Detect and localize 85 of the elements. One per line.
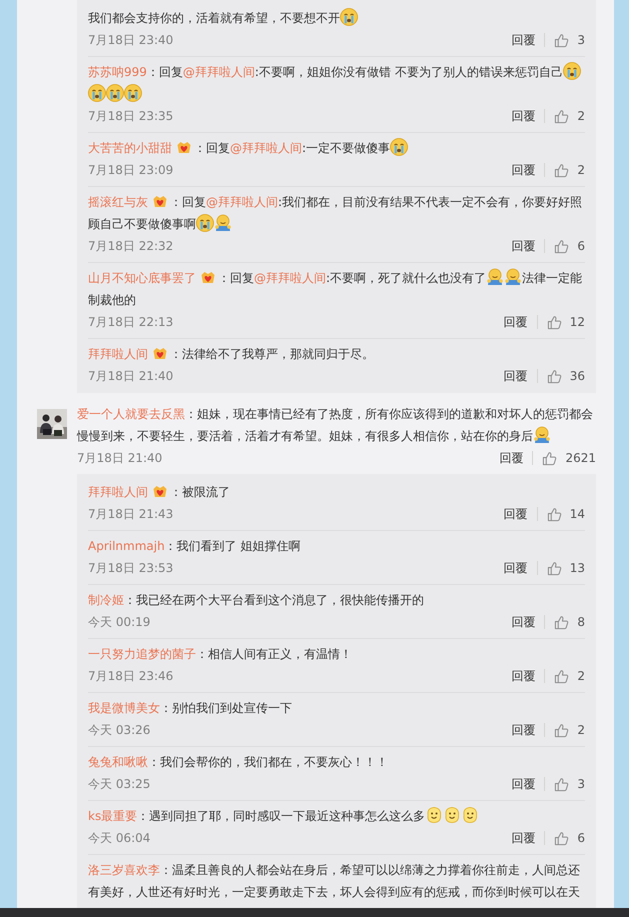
- reply-button[interactable]: 回覆: [511, 614, 536, 630]
- timestamp: 7月18日 22:13: [88, 314, 174, 330]
- like-button[interactable]: 2: [554, 722, 585, 738]
- crying-face-icon: [124, 84, 142, 102]
- like-button[interactable]: 6: [554, 238, 585, 254]
- comment-text: 兔兔和啾啾：我们会帮你的，我们都在，不要灰心！！！: [88, 754, 389, 771]
- crying-face-icon: [340, 8, 358, 26]
- reply-button[interactable]: 回覆: [511, 722, 536, 738]
- thumbs-up-icon: [554, 776, 570, 792]
- comment-text: 大苦苦的小甜甜 ：回复@拜拜啦人间:一定不要做傻事: [88, 137, 585, 159]
- timestamp: 7月18日 21:43: [88, 506, 174, 522]
- timestamp: 7月18日 23:46: [88, 668, 174, 684]
- like-button[interactable]: 13: [546, 560, 585, 576]
- timestamp: 7月18日 23:53: [88, 560, 174, 576]
- reply-button[interactable]: 回覆: [504, 314, 528, 330]
- thumbs-up-icon: [546, 314, 562, 330]
- reply-button[interactable]: 回覆: [511, 238, 536, 254]
- thumbs-up-icon: [546, 368, 562, 384]
- like-button[interactable]: 14: [546, 506, 585, 522]
- comment-text: 爱一个人就要去反黑：姐妹，现在事情已经有了热度，所有你应该得到的道歉和对坏人的惩罚都会慢慢到来，不要轻生，要活着，活着才有希望。姐妹，有很多人相信你，站在你的身后: [77, 406, 594, 446]
- comment-text: 洛三岁喜欢李：温柔且善良的人都会站在身后，希望可以以绵薄之力撑着你往前走，人间总还有美好，人世还有好时光，一定要勇敢走下去，坏人会得到应有的惩戒，而你到时候可以在天: [88, 862, 581, 901]
- like-button[interactable]: 8: [554, 614, 585, 630]
- hugging-emoji-icon: [504, 268, 522, 286]
- thumbs-up-icon: [554, 668, 570, 684]
- thumbs-up-icon: [554, 108, 570, 124]
- thumbs-up-icon: [554, 614, 570, 630]
- reply-button[interactable]: 回覆: [511, 668, 536, 684]
- like-button[interactable]: 3: [554, 32, 585, 48]
- hugging-emoji-icon: [533, 426, 551, 444]
- like-button[interactable]: 2: [554, 668, 585, 684]
- hugging-emoji-icon: [214, 214, 232, 232]
- smiling-face-icon: [461, 806, 480, 824]
- timestamp: 7月18日 22:32: [88, 238, 174, 254]
- reply-button[interactable]: 回覆: [511, 108, 536, 124]
- crying-face-icon: [88, 84, 106, 102]
- thumbs-up-icon: [546, 506, 562, 522]
- comment-text: Aprilnmmajh：我们看到了 姐姐撑住啊: [88, 538, 302, 555]
- timestamp: 今天 03:26: [88, 722, 150, 738]
- timestamp: 7月18日 23:35: [88, 108, 174, 124]
- comment-text: 我是微博美女：别怕我们到处宣传一下: [88, 700, 293, 717]
- comment-text: 摇滚红与灰 ：回复@拜拜啦人间:我们都在，目前没有结果不代表一定不会有，你要好好照顾自己不要做傻事啊: [88, 192, 584, 234]
- thumbs-up-icon: [546, 560, 562, 576]
- comment-text: 苏苏呐999：回复@拜拜啦人间:不要啊，姐姐你没有做错 不要为了别人的错误来惩罚自己: [88, 61, 585, 105]
- timestamp: 7月18日 21:40: [88, 368, 174, 384]
- like-button[interactable]: 2621: [542, 450, 596, 466]
- timestamp: 7月18日 21:40: [77, 450, 162, 466]
- comment-text: 拜拜啦人间 ：被限流了: [88, 482, 231, 501]
- comment-text: 拜拜啦人间 ：法律给不了我尊严，那就同归于尽。: [88, 344, 375, 363]
- reply-button[interactable]: 回覆: [511, 162, 536, 178]
- crying-face-icon: [196, 214, 214, 232]
- thumbs-up-icon: [542, 450, 558, 466]
- thumbs-up-icon: [554, 722, 570, 738]
- like-button[interactable]: 2: [554, 108, 585, 124]
- reply-button[interactable]: 回覆: [511, 830, 536, 846]
- thumbs-up-icon: [554, 238, 570, 254]
- comment-text: ks最重要：遇到同担了耶，同时感叹一下最近这种事怎么这么多: [88, 805, 585, 827]
- comment-text: 制冷姬：我已经在两个大平台看到这个消息了，很快能传播开的: [88, 592, 425, 609]
- crying-face-icon: [390, 138, 408, 156]
- timestamp: 今天 00:19: [88, 614, 150, 630]
- reply-button[interactable]: 回覆: [504, 506, 528, 522]
- thumbs-up-icon: [554, 32, 570, 48]
- timestamp: 7月18日 23:40: [88, 32, 174, 48]
- smiling-face-icon: [443, 806, 462, 824]
- reply-button[interactable]: 回覆: [511, 776, 536, 792]
- like-button[interactable]: 6: [554, 830, 585, 846]
- thumbs-up-icon: [554, 162, 570, 178]
- timestamp: 7月18日 23:09: [88, 162, 174, 178]
- reply-button[interactable]: 回覆: [499, 450, 524, 466]
- thumbs-up-icon: [554, 830, 570, 846]
- hugging-emoji-icon: [486, 268, 504, 286]
- crying-face-icon: [106, 84, 124, 102]
- smiling-face-icon: [425, 806, 444, 824]
- comment-text: 一只努力追梦的菌子：相信人间有正义，有温情！: [88, 646, 353, 663]
- like-button[interactable]: 2: [554, 162, 585, 178]
- like-button[interactable]: 12: [546, 314, 585, 330]
- reply-button[interactable]: 回覆: [511, 32, 536, 48]
- reply-button[interactable]: 回覆: [504, 368, 528, 384]
- like-button[interactable]: 36: [546, 368, 585, 384]
- comment-text: 我们都会支持你的，活着就有希望，不要想不开: [88, 7, 585, 29]
- crying-face-icon: [562, 62, 581, 80]
- timestamp: 今天 03:25: [88, 776, 150, 792]
- like-button[interactable]: 3: [554, 776, 585, 792]
- comment-text: 山月不知心底事罢了 ：回复@拜拜啦人间:不要啊，死了就什么也没有了 法律一定能制裁他的: [88, 267, 585, 311]
- reply-button[interactable]: 回覆: [504, 560, 528, 576]
- timestamp: 今天 06:04: [88, 830, 150, 846]
